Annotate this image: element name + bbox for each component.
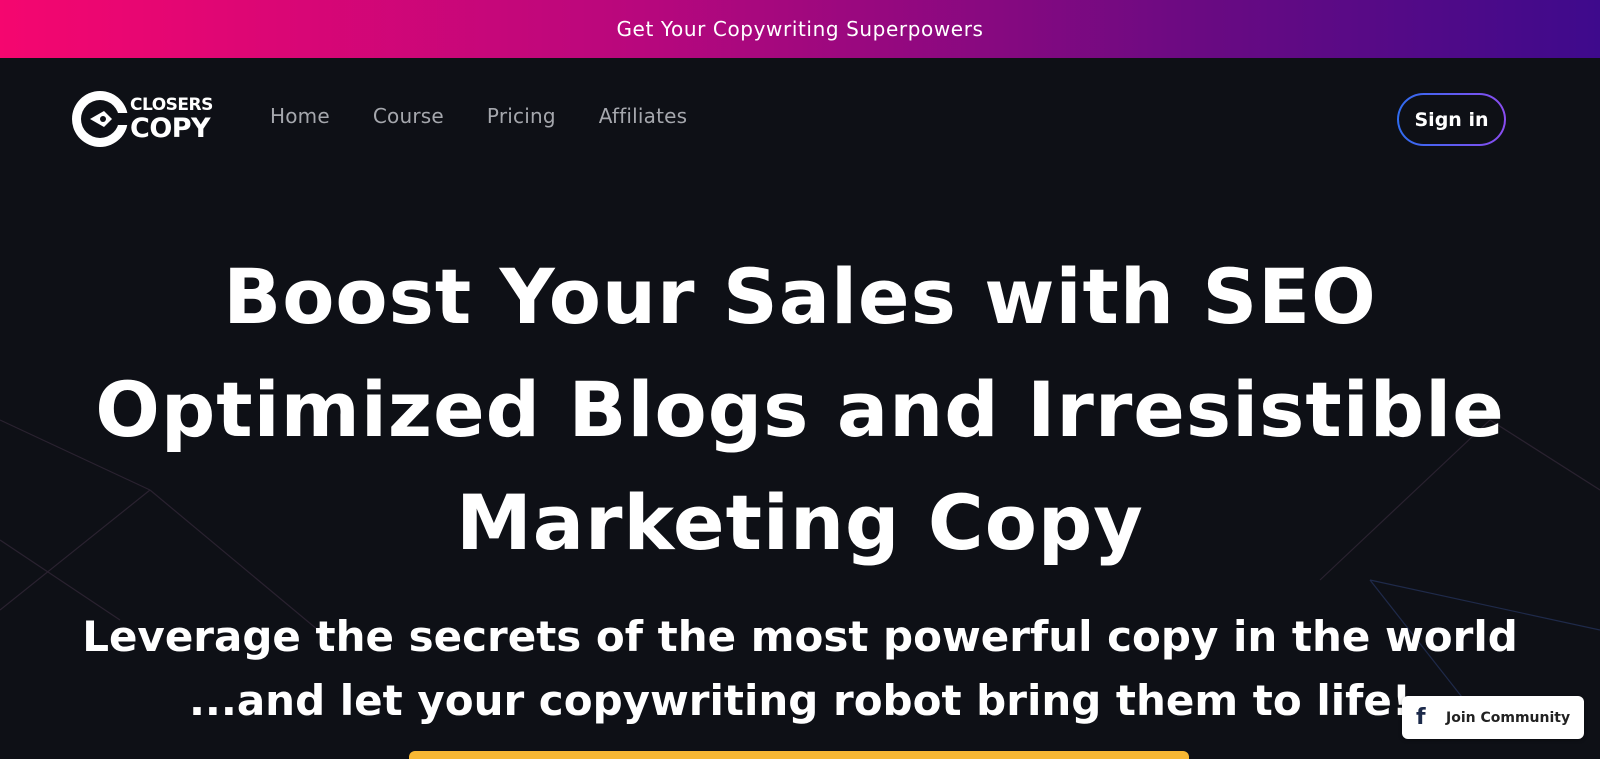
hero-title-line-1: Boost Your Sales with SEO [223,252,1377,341]
hero-subtitle: Leverage the secrets of the most powerfu… [40,605,1560,733]
hero-title-line-3: Marketing Copy [456,478,1144,567]
logo[interactable]: CLOSERS COPY [70,89,240,149]
promo-text[interactable]: Get Your Copywriting Superpowers [616,17,983,41]
hero-subtitle-line-1: Leverage the secrets of the most powerfu… [82,612,1518,661]
hero-title: Boost Your Sales with SEO Optimized Blog… [80,240,1520,579]
sign-in-label: Sign in [1399,95,1504,144]
nav-affiliates[interactable]: Affiliates [599,104,688,128]
join-community-button[interactable]: f Join Community [1402,696,1584,739]
promo-banner[interactable]: Get Your Copywriting Superpowers [0,0,1600,58]
facebook-icon: f [1416,705,1426,730]
hero-subtitle-line-2: ...and let your copywriting robot bring … [188,676,1412,725]
join-community-label: Join Community [1446,709,1571,726]
hero-title-line-2: Optimized Blogs and Irresistible [95,365,1505,454]
logo-line-1: CLOSERS [130,94,213,115]
cta-button[interactable] [409,751,1189,759]
logo-line-2: COPY [130,112,211,144]
nav-course[interactable]: Course [373,104,444,128]
sign-in-button[interactable]: Sign in [1397,93,1506,146]
main-nav: Home Course Pricing Affiliates [270,104,730,128]
nav-pricing[interactable]: Pricing [487,104,556,128]
nav-home[interactable]: Home [270,104,330,128]
closers-copy-logo-icon [72,91,130,147]
navbar: CLOSERS COPY Home Course Pricing Affilia… [0,58,1600,182]
logo-wordmark: CLOSERS COPY [130,94,213,144]
